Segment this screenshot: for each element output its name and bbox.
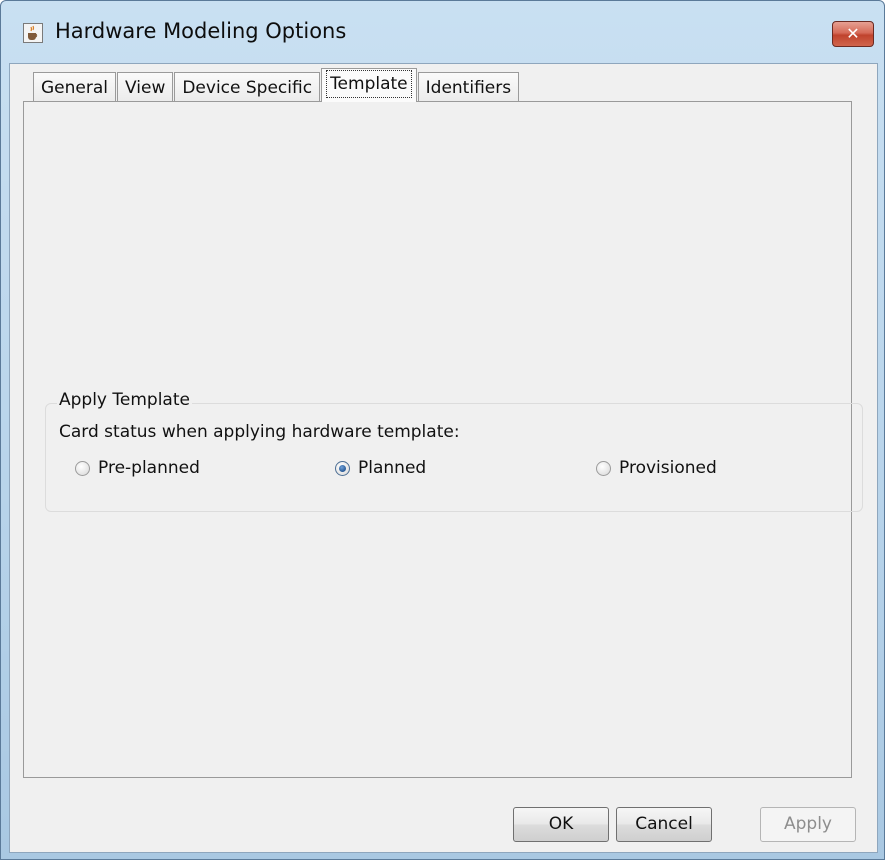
radio-planned-label: Planned: [358, 458, 427, 478]
title-bar[interactable]: Hardware Modeling Options ✕: [1, 1, 884, 63]
radio-pre-planned[interactable]: Pre-planned: [75, 458, 200, 478]
dialog-client-area: General View Device Specific Template Id…: [9, 63, 878, 853]
tab-view[interactable]: View: [117, 72, 174, 102]
apply-template-legend: Apply Template: [57, 390, 192, 410]
tab-identifiers[interactable]: Identifiers: [417, 72, 520, 102]
template-tab-panel: Apply Template Card status when applying…: [23, 101, 863, 778]
radio-pre-planned-circle[interactable]: [75, 460, 90, 476]
radio-pre-planned-label: Pre-planned: [98, 458, 200, 478]
close-button[interactable]: ✕: [832, 21, 874, 47]
radio-provisioned-circle[interactable]: [596, 460, 611, 476]
tab-device-specific[interactable]: Device Specific: [174, 72, 321, 102]
card-status-label: Card status when applying hardware templ…: [59, 422, 460, 442]
radio-provisioned[interactable]: Provisioned: [596, 458, 717, 478]
ok-button[interactable]: OK: [513, 807, 609, 842]
window-title: Hardware Modeling Options: [55, 19, 347, 43]
radio-provisioned-label: Provisioned: [619, 458, 717, 478]
radio-planned[interactable]: Planned: [335, 458, 426, 478]
cancel-button[interactable]: Cancel: [616, 807, 712, 842]
apply-template-group: Apply Template Card status when applying…: [45, 390, 863, 512]
close-icon: ✕: [846, 24, 860, 43]
tab-strip: General View Device Specific Template Id…: [33, 68, 520, 102]
tab-general[interactable]: General: [33, 72, 116, 102]
apply-button[interactable]: Apply: [760, 807, 856, 842]
java-cup-icon: [23, 23, 43, 43]
tab-template-label: Template: [326, 70, 412, 98]
tab-template[interactable]: Template: [321, 68, 417, 102]
radio-planned-circle[interactable]: [335, 460, 350, 476]
dialog-window: Hardware Modeling Options ✕ General View…: [0, 0, 885, 860]
